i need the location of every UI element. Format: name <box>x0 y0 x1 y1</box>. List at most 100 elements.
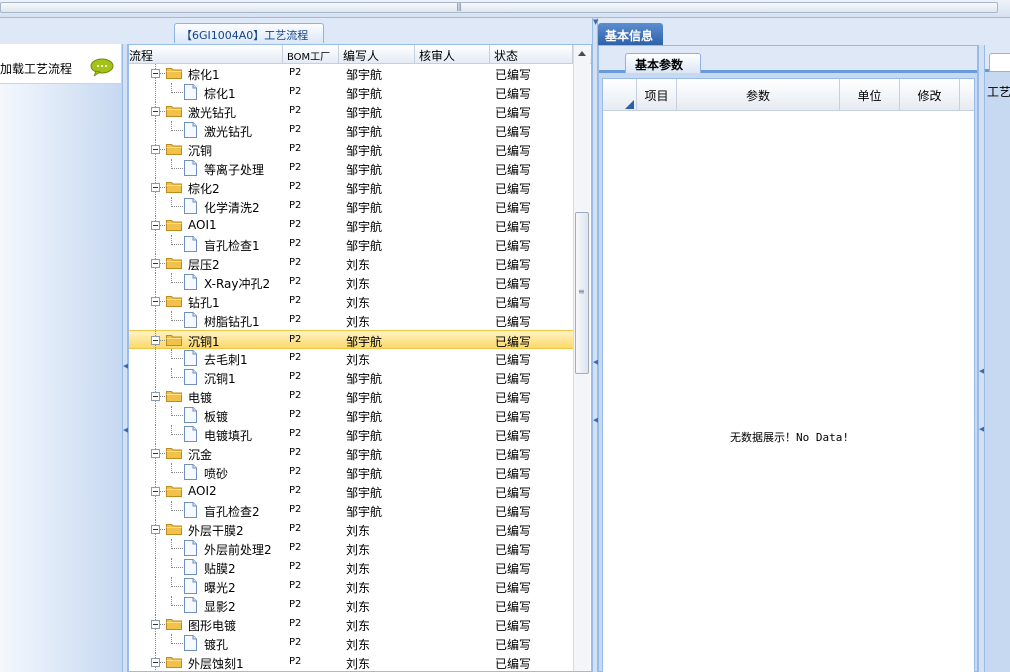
tree-row[interactable]: 激光钻孔 P2 邹宇航 已编写 <box>129 102 573 121</box>
author-cell: 邹宇航 <box>346 448 383 462</box>
document-icon <box>184 464 197 480</box>
far-right-tab-strip <box>985 45 1010 72</box>
far-right-tab[interactable] <box>989 53 1010 72</box>
substep-name: 板镀 <box>204 410 229 424</box>
load-process-flow-item[interactable]: 加载工艺流程 <box>0 44 121 84</box>
tree-row[interactable]: 棕化1 P2 邹宇航 已编写 <box>129 83 573 102</box>
tree-row[interactable]: 沉铜1 P2 邹宇航 已编写 <box>129 330 573 350</box>
tree-row[interactable]: AOI2 P2 邹宇航 已编写 <box>129 482 573 501</box>
status-cell: 已编写 <box>495 581 532 595</box>
basic-params-tab[interactable]: 基本参数 <box>625 53 701 73</box>
folder-icon <box>166 144 182 155</box>
tree-row[interactable]: 棕化1 P2 邹宇航 已编写 <box>129 64 573 83</box>
bom-factory-cell: P2 <box>289 257 302 268</box>
tree-row[interactable]: 钻孔1 P2 刘东 已编写 <box>129 292 573 311</box>
document-icon <box>184 635 197 651</box>
no-data-message: 无数据展示！No Data! <box>603 79 976 672</box>
folder-icon <box>166 335 182 346</box>
collapse-toggle-icon[interactable] <box>151 145 160 154</box>
tree-row[interactable]: 外层干膜2 P2 刘东 已编写 <box>129 520 573 539</box>
collapse-toggle-icon[interactable] <box>151 107 160 116</box>
collapse-toggle-icon[interactable] <box>151 183 160 192</box>
chat-bubble-icon[interactable] <box>90 58 114 76</box>
collapse-toggle-icon[interactable] <box>151 487 160 496</box>
status-cell: 已编写 <box>495 543 532 557</box>
author-cell: 刘东 <box>346 258 371 272</box>
document-icon <box>184 426 197 442</box>
tree-row[interactable]: 沉铜 P2 邹宇航 已编写 <box>129 140 573 159</box>
status-cell: 已编写 <box>495 163 532 177</box>
folder-icon <box>166 391 182 402</box>
tree-trunk-line <box>155 539 156 558</box>
folder-icon <box>166 258 182 269</box>
collapse-toggle-icon[interactable] <box>151 525 160 534</box>
column-header-bom[interactable]: BOM工厂 <box>283 45 339 64</box>
tree-row[interactable]: 棕化2 P2 邹宇航 已编写 <box>129 178 573 197</box>
tree-row[interactable]: 树脂钻孔1 P2 刘东 已编写 <box>129 311 573 330</box>
tree-branch-line <box>171 130 183 131</box>
step-name: 层压2 <box>188 258 220 272</box>
collapse-toggle-icon[interactable] <box>151 297 160 306</box>
tree-row[interactable]: 盲孔检查2 P2 邹宇航 已编写 <box>129 501 573 520</box>
scrollbar-thumb[interactable]: ≡ <box>575 212 589 374</box>
tree-row[interactable]: 图形电镀 P2 刘东 已编写 <box>129 615 573 634</box>
tree-row[interactable]: 激光钻孔 P2 邹宇航 已编写 <box>129 121 573 140</box>
step-name: 电镀 <box>188 391 213 405</box>
tree-row[interactable]: 盲孔检查1 P2 邹宇航 已编写 <box>129 235 573 254</box>
tree-row[interactable]: 镀孔 P2 刘东 已编写 <box>129 634 573 653</box>
tree-row[interactable]: 显影2 P2 刘东 已编写 <box>129 596 573 615</box>
status-cell: 已编写 <box>495 220 532 234</box>
tree-row[interactable]: 去毛刺1 P2 刘东 已编写 <box>129 349 573 368</box>
tree-row[interactable]: 外层蚀刻1 P2 刘东 已编写 <box>129 653 573 671</box>
collapse-toggle-icon[interactable] <box>151 336 160 345</box>
tree-row[interactable]: 化学清洗2 P2 邹宇航 已编写 <box>129 197 573 216</box>
tree-row[interactable]: 层压2 P2 刘东 已编写 <box>129 254 573 273</box>
column-header-status[interactable]: 状态 <box>490 45 573 64</box>
tree-row[interactable]: 等离子处理 P2 邹宇航 已编写 <box>129 159 573 178</box>
process-flow-tab[interactable]: 【6GI1004A0】工艺流程 <box>174 23 324 43</box>
collapse-toggle-icon[interactable] <box>151 259 160 268</box>
bom-factory-cell: P2 <box>289 86 302 97</box>
tree-row[interactable]: 喷砂 P2 邹宇航 已编写 <box>129 463 573 482</box>
no-data-suffix: No Data! <box>796 431 849 444</box>
collapse-toggle-icon[interactable] <box>151 69 160 78</box>
tree-trunk-line <box>155 634 156 653</box>
step-name: 激光钻孔 <box>188 106 237 120</box>
tree-trunk-line <box>155 425 156 444</box>
collapse-toggle-icon[interactable] <box>151 658 160 667</box>
status-cell: 已编写 <box>495 467 532 481</box>
status-cell: 已编写 <box>495 410 532 424</box>
scroll-up-arrow-icon[interactable] <box>578 51 586 56</box>
tree-row[interactable]: X-Ray冲孔2 P2 刘东 已编写 <box>129 273 573 292</box>
tree-row[interactable]: 电镀 P2 邹宇航 已编写 <box>129 387 573 406</box>
tree-row[interactable]: 板镀 P2 邹宇航 已编写 <box>129 406 573 425</box>
tree-row[interactable]: 曝光2 P2 刘东 已编写 <box>129 577 573 596</box>
tree-trunk-line <box>155 596 156 615</box>
tree-row[interactable]: AOI1 P2 邹宇航 已编写 <box>129 216 573 235</box>
substep-name: 棕化1 <box>204 87 236 101</box>
tree-row[interactable]: 沉金 P2 邹宇航 已编写 <box>129 444 573 463</box>
column-header-flow[interactable]: 流程 <box>129 45 283 64</box>
column-header-author[interactable]: 编写人 <box>339 45 415 64</box>
collapse-toggle-icon[interactable] <box>151 392 160 401</box>
horizontal-scrollbar[interactable] <box>0 2 998 13</box>
collapse-toggle-icon[interactable] <box>151 449 160 458</box>
status-cell: 已编写 <box>495 144 532 158</box>
folder-icon <box>166 296 182 307</box>
tree-vertical-scrollbar[interactable]: ≡ <box>573 45 590 671</box>
status-cell: 已编写 <box>495 296 532 310</box>
collapse-toggle-icon[interactable] <box>151 221 160 230</box>
bom-factory-cell: P2 <box>289 390 302 401</box>
status-cell: 已编写 <box>495 258 532 272</box>
status-cell: 已编写 <box>495 335 532 349</box>
tree-row[interactable]: 贴膜2 P2 刘东 已编写 <box>129 558 573 577</box>
basic-info-tab[interactable]: 基本信息 <box>598 23 663 46</box>
bom-factory-cell: P2 <box>289 276 302 287</box>
column-header-reviewer[interactable]: 核审人 <box>415 45 490 64</box>
tree-row[interactable]: 电镀填孔 P2 邹宇航 已编写 <box>129 425 573 444</box>
load-process-flow-label: 加载工艺流程 <box>0 62 73 76</box>
collapse-toggle-icon[interactable] <box>151 620 160 629</box>
status-cell: 已编写 <box>495 657 532 671</box>
tree-row[interactable]: 沉铜1 P2 邹宇航 已编写 <box>129 368 573 387</box>
tree-row[interactable]: 外层前处理2 P2 刘东 已编写 <box>129 539 573 558</box>
